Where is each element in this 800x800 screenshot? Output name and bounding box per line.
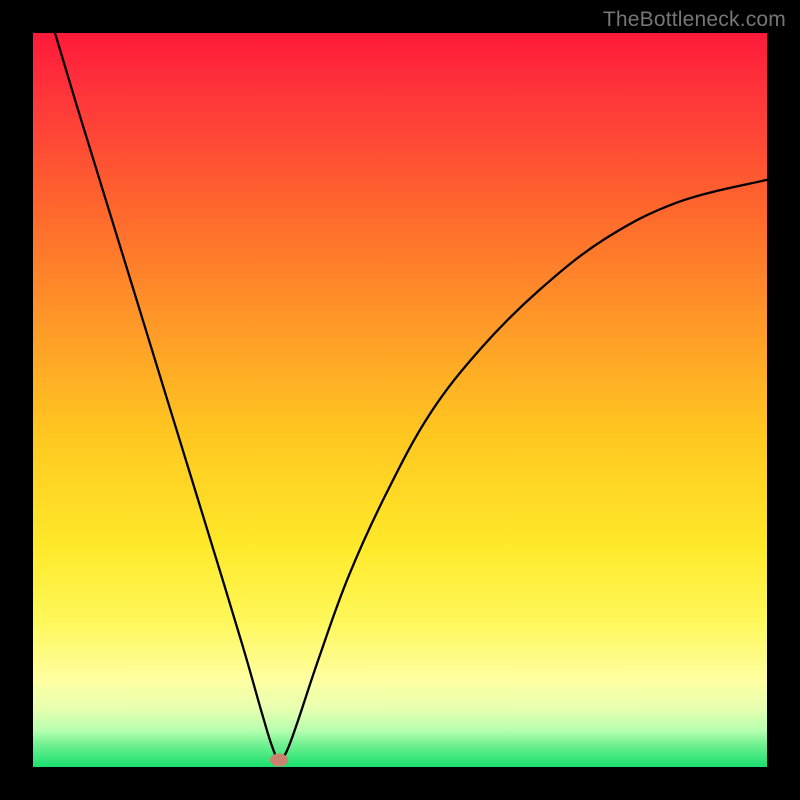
watermark-text: TheBottleneck.com xyxy=(603,8,786,32)
bottleneck-marker xyxy=(270,753,288,766)
chart-plot-area xyxy=(33,33,767,767)
bottleneck-curve-path xyxy=(55,33,767,760)
chart-curve-svg xyxy=(33,33,767,767)
